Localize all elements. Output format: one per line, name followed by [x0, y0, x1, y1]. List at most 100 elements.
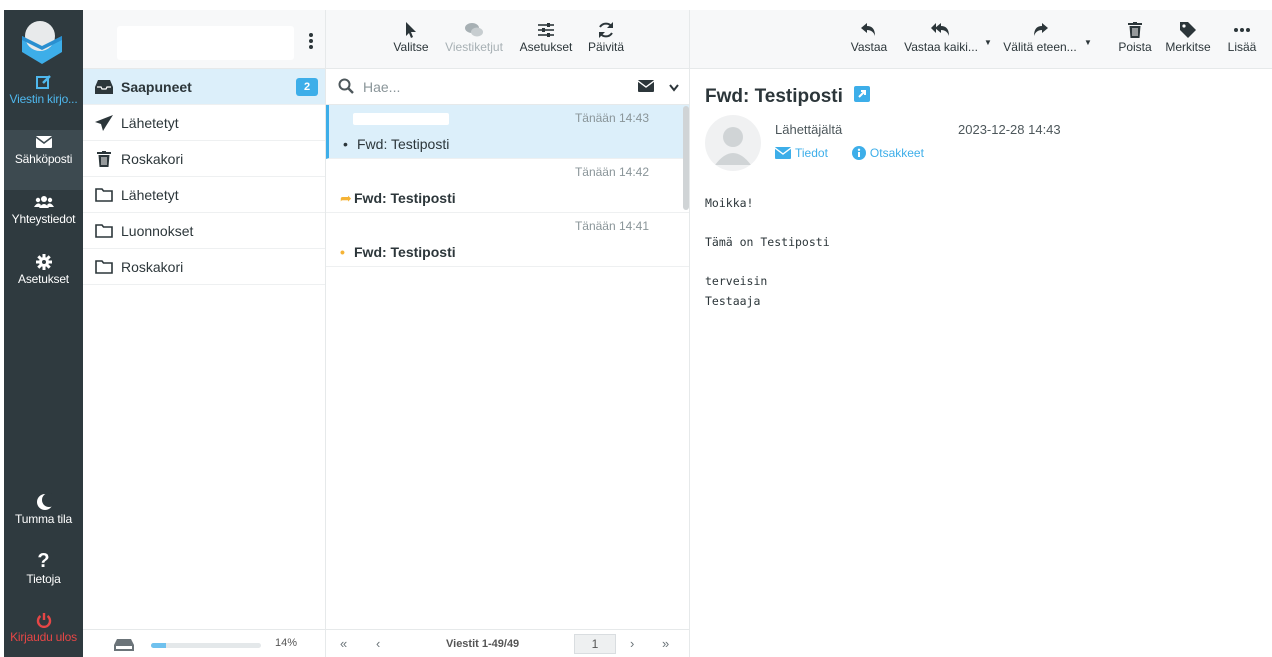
more-button[interactable]: Lisää: [1224, 18, 1260, 54]
refresh-label: Päivitä: [587, 40, 625, 54]
reply-all-label: Vastaa kaiki...: [904, 40, 978, 54]
gear-icon: [4, 250, 83, 272]
logout-button[interactable]: Kirjaudu ulos: [4, 608, 83, 657]
body-line: Testaaja: [705, 293, 761, 308]
reply-all-caret-icon[interactable]: ▼: [984, 38, 992, 47]
headers-link-label: Otsakkeet: [869, 146, 924, 160]
message-row[interactable]: Tänään 14:42 ➦ Fwd: Testiposti: [326, 159, 689, 213]
hard-drive-icon: [114, 639, 134, 654]
chevron-down-icon[interactable]: [669, 80, 679, 95]
envelope-icon: [4, 130, 83, 152]
kebab-menu-icon[interactable]: [305, 30, 317, 54]
mark-label: Merkitse: [1165, 40, 1211, 54]
threads-button[interactable]: Viestiketjut: [438, 18, 510, 54]
question-icon: ?: [37, 550, 50, 572]
message-subject: Fwd: Testiposti: [705, 86, 871, 108]
folder-item[interactable]: Roskakori: [83, 141, 325, 177]
folder-icon: [93, 222, 115, 240]
folder-label: Roskakori: [121, 258, 184, 275]
compose-button[interactable]: Viestin kirjo...: [4, 70, 83, 130]
folder-pane: Saapuneet 2 Lähetetyt Roskakori Lähetetyt Luo…: [83, 10, 326, 657]
reading-pane: Vastaa Vastaa kaiki... ▼ Välitä eteen...…: [690, 10, 1272, 657]
list-options-label: Asetukset: [519, 40, 573, 54]
folder-item[interactable]: Lähetetyt: [83, 105, 325, 141]
about-button[interactable]: ? Tietoja: [4, 550, 83, 610]
message-row[interactable]: Tänään 14:41 • Fwd: Testiposti: [326, 213, 689, 267]
message-count: Viestit 1-49/49: [446, 638, 520, 650]
forwarded-icon: ➦: [340, 190, 352, 206]
paper-plane-icon: [93, 114, 115, 132]
message-subject-text: Fwd: Testiposti: [357, 136, 450, 152]
settings-button[interactable]: Asetukset: [4, 250, 83, 310]
unread-count-badge: 2: [296, 78, 318, 96]
roundcube-logo[interactable]: [16, 16, 68, 68]
quota-footer: 14%: [83, 629, 326, 657]
forward-button[interactable]: Välitä eteen...: [1000, 18, 1080, 54]
folder-item[interactable]: Roskakori: [83, 249, 325, 285]
about-label: Tietoja: [26, 572, 61, 586]
folder-item[interactable]: Saapuneet 2: [83, 69, 325, 105]
reply-label: Vastaa: [850, 40, 888, 54]
details-link[interactable]: Tiedot: [775, 146, 840, 160]
power-icon: [4, 608, 83, 630]
search-input[interactable]: Hae...: [363, 79, 400, 95]
quota-bar: [151, 643, 261, 648]
settings-label: Asetukset: [18, 272, 69, 286]
prev-page-icon[interactable]: ‹: [376, 636, 380, 651]
refresh-icon: [584, 18, 628, 40]
list-scrollbar[interactable]: [683, 106, 689, 210]
trash-icon: [93, 150, 115, 168]
forward-caret-icon[interactable]: ▼: [1084, 38, 1092, 47]
quota-text: 14%: [275, 637, 298, 649]
reply-button[interactable]: Vastaa: [846, 18, 892, 54]
open-in-new-window-icon[interactable]: [854, 86, 871, 108]
message-subject-text: Fwd: Testiposti: [705, 86, 843, 108]
forward-label: Välitä eteen...: [1003, 40, 1077, 54]
dark-mode-button[interactable]: Tumma tila: [4, 490, 83, 550]
sender-avatar: [705, 115, 761, 171]
first-page-icon[interactable]: «: [340, 636, 347, 651]
sender-label: Lähettäjältä: [775, 122, 843, 137]
mail-label: Sähköposti: [14, 152, 73, 166]
body-line: Moikka!: [705, 196, 754, 210]
mail-button[interactable]: Sähköposti: [4, 130, 83, 190]
sender-placeholder: [353, 113, 449, 125]
body-line: [705, 214, 830, 234]
status-dot-icon: •: [340, 244, 345, 260]
select-button[interactable]: Valitse: [388, 18, 434, 54]
list-options-button[interactable]: Asetukset: [515, 18, 577, 54]
logout-label: Kirjaudu ulos: [10, 630, 77, 644]
page-number-input[interactable]: 1: [574, 634, 616, 654]
body-line: terveisin: [705, 274, 768, 288]
body-line: Tämä on Testiposti: [705, 235, 830, 249]
folder-header: [83, 10, 325, 69]
folder-item[interactable]: Lähetetyt: [83, 177, 325, 213]
message-date: Tänään 14:43: [574, 111, 649, 125]
reply-all-button[interactable]: Vastaa kaiki...: [900, 18, 982, 54]
info-icon: [851, 146, 866, 160]
sliders-icon: [515, 18, 577, 40]
app-rail: Viestin kirjo... Sähköposti Yhteystiedot…: [4, 10, 83, 657]
last-page-icon[interactable]: »: [662, 636, 669, 651]
headers-link[interactable]: Otsakkeet: [851, 146, 936, 160]
delete-button[interactable]: Poista: [1114, 18, 1156, 54]
folder-label: Lähetetyt: [121, 186, 179, 203]
folder-search-input[interactable]: [117, 26, 294, 60]
mark-button[interactable]: Merkitse: [1162, 18, 1214, 54]
body-line: [705, 253, 830, 273]
message-row[interactable]: Tänään 14:43 • Fwd: Testiposti: [326, 105, 689, 159]
message-subject: • Fwd: Testiposti: [343, 136, 449, 152]
folder-list: Saapuneet 2 Lähetetyt Roskakori Lähetetyt Luo…: [83, 69, 325, 285]
moon-icon: [4, 490, 83, 512]
refresh-button[interactable]: Päivitä: [584, 18, 628, 54]
envelope-icon: [775, 147, 791, 159]
compose-icon: [4, 70, 83, 92]
folder-item[interactable]: Luonnokset: [83, 213, 325, 249]
next-page-icon[interactable]: ›: [630, 636, 634, 651]
envelope-filter-icon[interactable]: [637, 80, 655, 95]
folder-label: Roskakori: [121, 150, 184, 167]
contacts-button[interactable]: Yhteystiedot: [4, 190, 83, 250]
message-rows: Tänään 14:43 • Fwd: Testiposti Tänään 14:42…: [326, 105, 689, 267]
folder-icon: [93, 258, 115, 276]
pagination: « ‹ Viestit 1-49/49 1 › »: [326, 629, 690, 657]
